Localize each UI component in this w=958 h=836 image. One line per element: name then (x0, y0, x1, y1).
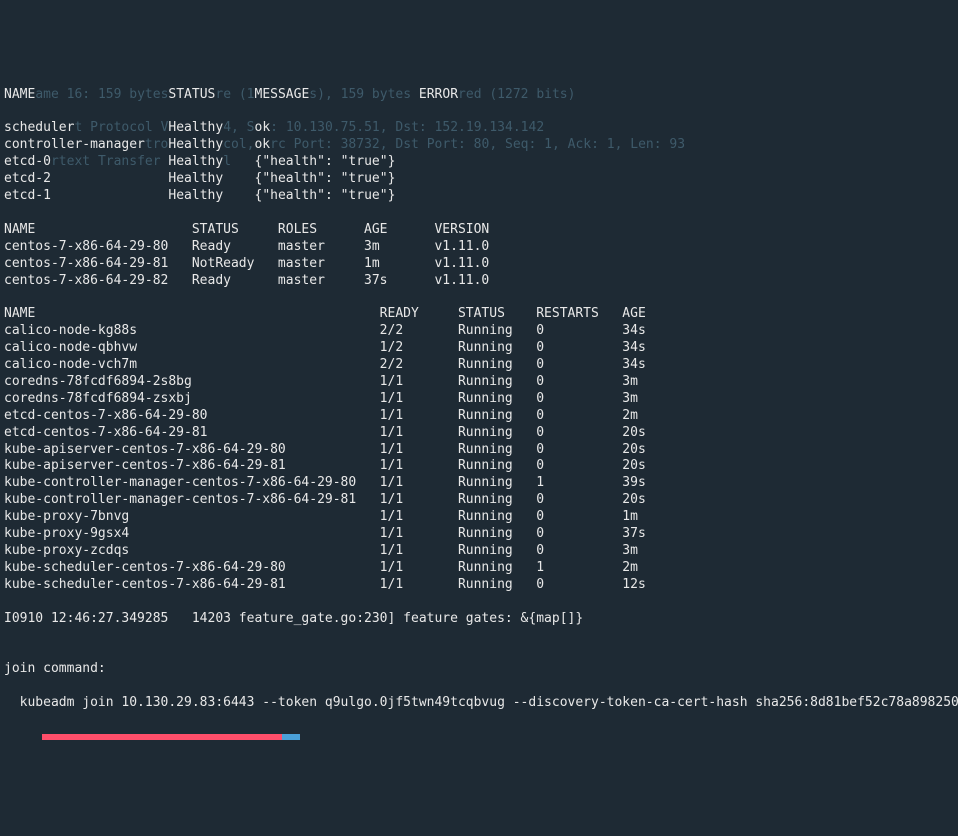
terminal-output[interactable]: NAMEame 16: 159 bytesSTATUSre (1MESSAGEs… (4, 68, 954, 752)
pod-row: coredns-78fcdf6894-2s8bg 1/1 Running 0 3… (4, 374, 954, 391)
pod-header: NAME READY STATUS RESTARTS AGE (4, 306, 954, 323)
node-row: centos-7-x86-64-29-81 NotReady master 1m… (4, 256, 954, 273)
pod-row: kube-proxy-7bnvg 1/1 Running 0 1m (4, 509, 954, 526)
cs-row: etcd-0rtext Transfer Healthyl {"health":… (4, 154, 954, 171)
cs-row: etcd-2 Healthy {"health": "true"} (4, 171, 954, 188)
pod-row: kube-controller-manager-centos-7-x86-64-… (4, 492, 954, 509)
node-header: NAME STATUS ROLES AGE VERSION (4, 222, 954, 239)
cs-row: controller-managertroHealthycol,okrc Por… (4, 137, 954, 154)
pod-row: calico-node-vch7m 2/2 Running 0 34s (4, 357, 954, 374)
pod-row: kube-apiserver-centos-7-x86-64-29-81 1/1… (4, 458, 954, 475)
pod-row: etcd-centos-7-x86-64-29-80 1/1 Running 0… (4, 408, 954, 425)
cs-row: etcd-1 Healthy {"health": "true"} (4, 188, 954, 205)
pod-row: calico-node-kg88s 2/2 Running 0 34s (4, 323, 954, 340)
node-row: centos-7-x86-64-29-80 Ready master 3m v1… (4, 239, 954, 256)
join-command-text: kubeadm join 10.130.29.83:6443 --token q… (4, 695, 954, 712)
feature-gate-log: I0910 12:46:27.349285 14203 feature_gate… (4, 611, 954, 628)
pod-row: kube-scheduler-centos-7-x86-64-29-80 1/1… (4, 560, 954, 577)
pod-row: kube-proxy-zcdqs 1/1 Running 0 3m (4, 543, 954, 560)
cursor-icon (282, 734, 300, 740)
status-bar (4, 729, 954, 735)
pod-row: kube-apiserver-centos-7-x86-64-29-80 1/1… (4, 442, 954, 459)
pod-row: kube-controller-manager-centos-7-x86-64-… (4, 475, 954, 492)
join-command-header: join command: (4, 661, 954, 678)
cs-header: NAMEame 16: 159 bytesSTATUSre (1MESSAGEs… (4, 87, 954, 104)
node-status-table: NAME STATUS ROLES AGE VERSIONcentos-7-x8… (4, 222, 954, 290)
pod-row: coredns-78fcdf6894-zsxbj 1/1 Running 0 3… (4, 391, 954, 408)
component-status-table: schedulert Protocol VHealthy4, Sok: 10.1… (4, 120, 954, 205)
pod-row: kube-scheduler-centos-7-x86-64-29-81 1/1… (4, 577, 954, 594)
pod-row: etcd-centos-7-x86-64-29-81 1/1 Running 0… (4, 425, 954, 442)
cs-row: schedulert Protocol VHealthy4, Sok: 10.1… (4, 120, 954, 137)
pod-row: kube-proxy-9gsx4 1/1 Running 0 37s (4, 526, 954, 543)
selection-highlight (42, 734, 282, 740)
pod-row: calico-node-qbhvw 1/2 Running 0 34s (4, 340, 954, 357)
pod-status-table: NAME READY STATUS RESTARTS AGEcalico-nod… (4, 306, 954, 593)
node-row: centos-7-x86-64-29-82 Ready master 37s v… (4, 273, 954, 290)
